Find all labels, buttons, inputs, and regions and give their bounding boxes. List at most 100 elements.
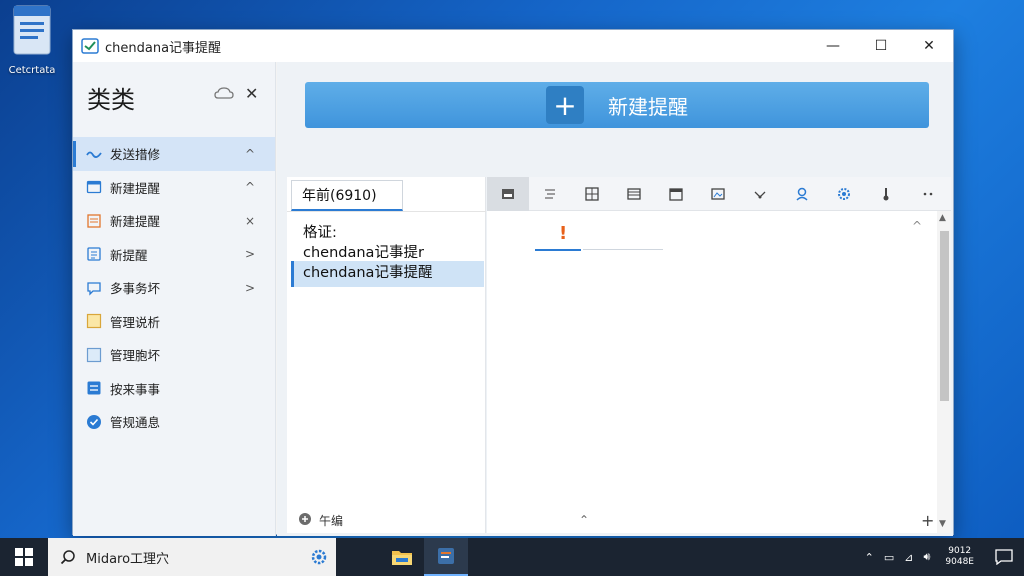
add-icon[interactable]: + — [921, 511, 934, 530]
sidebar-item-label: 新建提醒 — [110, 180, 161, 196]
chevron-right-icon[interactable]: > — [245, 247, 255, 261]
notification-icon[interactable] — [984, 538, 1024, 576]
sidebar-item-new-3[interactable]: 新提醒 > — [73, 238, 275, 272]
sidebar-item-label: 管理说析 — [110, 314, 161, 330]
sidebar-item-multi[interactable]: 多事务坏 > — [73, 271, 275, 305]
maximize-button[interactable]: ☐ — [857, 30, 905, 62]
editor-content[interactable]: ! ^ ▲ ▼ — [487, 211, 951, 533]
sidebar-item-send[interactable]: 发送措修 ^ — [73, 137, 275, 171]
footer-bar: 午编 ⌃ + — [289, 506, 953, 534]
sidebar-item-label: 新提醒 — [110, 247, 148, 263]
list-item[interactable]: chendana记事提r — [291, 241, 484, 262]
cortana-gear-icon[interactable] — [310, 548, 328, 566]
align-icon[interactable] — [613, 177, 655, 211]
chevron-right-icon[interactable]: > — [245, 281, 255, 295]
chevron-up-icon[interactable]: ^ — [245, 180, 255, 194]
tab-year[interactable]: 年前(6910) — [291, 180, 403, 211]
minimize-button[interactable]: — — [809, 30, 857, 62]
close-button[interactable]: ✕ — [905, 30, 953, 62]
title-bar[interactable]: chendana记事提醒 — ☐ ✕ — [73, 30, 953, 62]
scroll-thumb[interactable] — [940, 231, 949, 401]
doc-icon — [86, 380, 102, 396]
footer-cloud-icon[interactable] — [297, 511, 313, 530]
check-icon — [86, 414, 102, 430]
sidebar-item-notify[interactable]: 管规通息 — [73, 405, 275, 439]
taskbar-search[interactable]: Midaro工理穴 — [48, 538, 336, 576]
list-icon — [86, 213, 102, 229]
list-item-selected[interactable]: chendana记事提醒 — [291, 261, 484, 287]
editor-toolbar — [487, 177, 951, 211]
image-icon[interactable] — [697, 177, 739, 211]
sidebar-item-label: 管规通息 — [110, 415, 161, 431]
list-format-icon[interactable] — [529, 177, 571, 211]
search-text: Midaro工理穴 — [86, 551, 170, 567]
folder-icon — [86, 347, 102, 363]
sidebar-title: 类类 — [87, 86, 135, 114]
window-title: chendana记事提醒 — [105, 40, 222, 56]
clock[interactable]: 9012 9048E — [945, 546, 974, 568]
list-item[interactable]: 格证: — [291, 221, 484, 242]
table-icon[interactable] — [571, 177, 613, 211]
taskbar-app-reminder[interactable] — [424, 538, 468, 576]
wave-icon — [86, 146, 102, 162]
tray-up-icon[interactable]: ⌃ — [865, 551, 874, 564]
main-panel: + 新建提醒 年前(6910) 格证: chendana记事提r chendan… — [277, 62, 953, 536]
calendar-view-icon[interactable] — [655, 177, 697, 211]
app-window: chendana记事提醒 — ☐ ✕ 类类 ✕ 发送措修 ^ 新建提醒 ^ 新建… — [72, 29, 954, 536]
search-icon — [60, 550, 75, 565]
new-reminder-button[interactable]: + 新建提醒 — [305, 82, 929, 128]
cloud-sync-icon[interactable] — [214, 86, 234, 102]
sidebar-item-label: 新建提醒 — [110, 214, 161, 230]
battery-icon[interactable]: ▭ — [884, 551, 894, 564]
sidebar-item-label: 管理胞坏 — [110, 348, 161, 364]
settings-gear-icon[interactable] — [823, 177, 865, 211]
link-icon[interactable] — [739, 177, 781, 211]
progress-track — [583, 249, 663, 250]
sidebar-item-label: 多事务坏 — [110, 281, 161, 297]
sidebar-item-new-2[interactable]: 新建提醒 × — [73, 204, 275, 238]
taskbar-app-task-view[interactable] — [336, 538, 380, 576]
sidebar-item-label: 发送措修 — [110, 147, 161, 163]
sidebar-close-icon[interactable]: ✕ — [245, 84, 258, 103]
reminder-list-panel: 年前(6910) 格证: chendana记事提r chendana记事提醒 — [287, 177, 486, 533]
divider — [287, 211, 486, 212]
network-icon[interactable]: ⊿ — [904, 551, 913, 564]
warning-marker-icon: ! — [559, 223, 568, 244]
vertical-scrollbar[interactable]: ▲ ▼ — [937, 211, 951, 533]
clock-date: 9048E — [945, 557, 974, 567]
folder-icon — [392, 551, 412, 565]
taskbar: Midaro工理穴 ⌃ ▭ ⊿ 🔊︎ 9012 9048E — [0, 538, 1024, 576]
footer-label: 午编 — [319, 513, 344, 528]
sidebar-item-new-1[interactable]: 新建提醒 ^ — [73, 171, 275, 205]
checklist-icon — [86, 246, 102, 262]
note-icon — [86, 313, 102, 329]
sidebar-item-manage-1[interactable]: 管理说析 — [73, 305, 275, 339]
taskbar-app-file-explorer[interactable] — [380, 538, 424, 576]
app-logo-icon — [81, 38, 99, 54]
location-icon[interactable] — [781, 177, 823, 211]
new-reminder-label: 新建提醒 — [608, 94, 688, 119]
footer-caret-icon[interactable]: ⌃ — [579, 513, 589, 527]
progress-segment — [535, 249, 581, 251]
desktop-icon[interactable]: Cetcrtata — [4, 4, 60, 76]
chevron-up-icon[interactable]: ^ — [245, 147, 255, 161]
sidebar-item-manage-2[interactable]: 管理胞坏 — [73, 338, 275, 372]
close-icon[interactable]: × — [245, 214, 255, 228]
volume-icon[interactable]: 🔊︎ — [923, 550, 930, 564]
document-icon — [13, 5, 51, 55]
clock-time: 9012 — [948, 546, 972, 556]
sidebar: 类类 ✕ 发送措修 ^ 新建提醒 ^ 新建提醒 × 新提醒 > 多事务坏 > 管… — [73, 62, 276, 536]
calendar-icon — [86, 179, 102, 195]
more-icon[interactable] — [907, 177, 949, 211]
thermometer-icon[interactable] — [865, 177, 907, 211]
sidebar-item-arrange[interactable]: 按来事事 — [73, 372, 275, 406]
start-button[interactable] — [0, 538, 48, 576]
windows-logo-icon — [15, 548, 33, 566]
inbox-icon[interactable] — [487, 177, 529, 211]
system-tray: ⌃ ▭ ⊿ 🔊︎ 9012 9048E — [860, 538, 1024, 576]
scroll-up-icon[interactable]: ▲ — [939, 213, 946, 223]
chevron-up-icon[interactable]: ^ — [912, 219, 922, 233]
desktop-icon-label: Cetcrtata — [8, 65, 56, 76]
plus-icon: + — [546, 86, 584, 124]
chat-icon — [86, 280, 102, 296]
